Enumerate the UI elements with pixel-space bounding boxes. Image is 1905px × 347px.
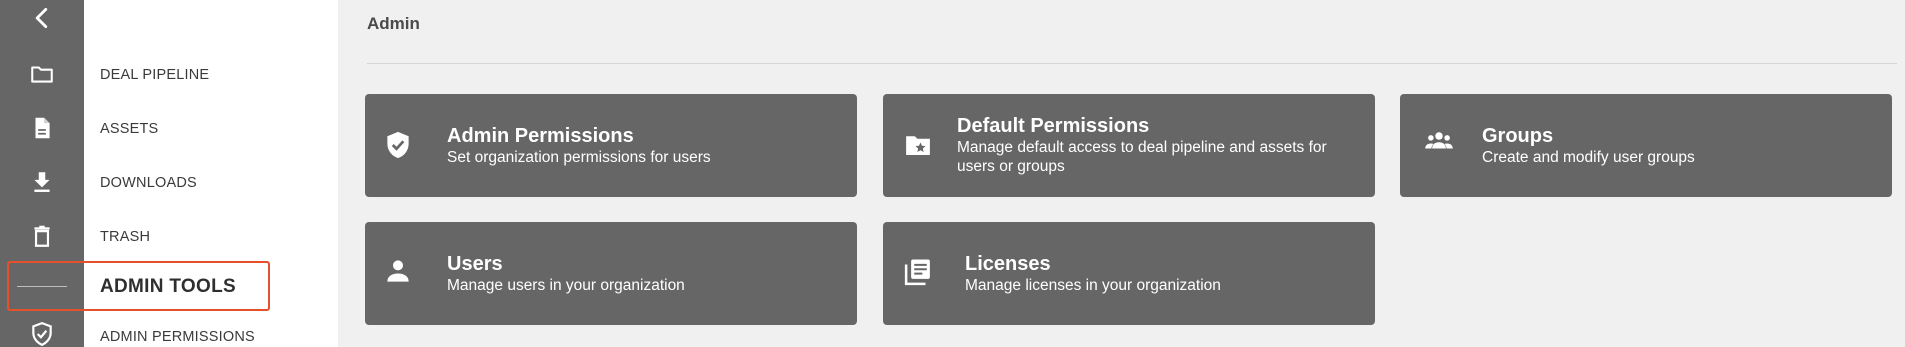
card-description: Set organization permissions for users — [447, 149, 711, 166]
library-books-icon — [901, 255, 935, 289]
main-content: Admin Admin Permissions Set organization… — [338, 0, 1905, 347]
card-text: Groups Create and modify user groups — [1482, 125, 1695, 167]
card-description: Manage users in your organization — [447, 277, 685, 294]
card-groups[interactable]: Groups Create and modify user groups — [1400, 94, 1892, 197]
card-default-permissions[interactable]: Default Permissions Manage default acces… — [883, 94, 1375, 197]
card-text: Users Manage users in your organization — [447, 253, 685, 295]
nav-item-admin-permissions[interactable]: ADMIN PERMISSIONS — [100, 329, 255, 345]
admin-shield-icon[interactable] — [0, 316, 84, 347]
groups-icon — [1422, 124, 1456, 158]
card-description: Create and modify user groups — [1482, 149, 1695, 166]
folder-star-icon — [901, 128, 935, 162]
nav-section-admin-tools: ADMIN TOOLS — [100, 276, 236, 297]
side-nav: DEAL PIPELINE ASSETS DOWNLOADS TRASH ADM… — [84, 0, 338, 347]
person-icon — [381, 254, 415, 288]
card-title: Users — [447, 253, 503, 275]
nav-item-assets[interactable]: ASSETS — [100, 121, 158, 137]
card-users[interactable]: Users Manage users in your organization — [365, 222, 857, 325]
page-title: Admin — [367, 14, 420, 33]
card-description: Manage default access to deal pipeline a… — [957, 139, 1327, 175]
nav-item-downloads[interactable]: DOWNLOADS — [100, 175, 197, 191]
shield-check-icon — [381, 128, 415, 162]
card-title: Groups — [1482, 125, 1554, 147]
card-title: Admin Permissions — [447, 125, 634, 147]
card-description: Manage licenses in your organization — [965, 277, 1221, 294]
card-title: Licenses — [965, 253, 1051, 275]
rail-divider — [17, 286, 67, 287]
download-icon[interactable] — [0, 164, 84, 200]
card-title: Default Permissions — [957, 115, 1150, 137]
nav-item-deal-pipeline[interactable]: DEAL PIPELINE — [100, 67, 209, 83]
card-licenses[interactable]: Licenses Manage licenses in your organiz… — [883, 222, 1375, 325]
folder-icon[interactable] — [0, 56, 84, 92]
title-divider — [367, 63, 1897, 64]
icon-rail — [0, 0, 84, 347]
app-root: DEAL PIPELINE ASSETS DOWNLOADS TRASH ADM… — [0, 0, 1905, 347]
document-icon[interactable] — [0, 110, 84, 146]
card-text: Default Permissions Manage default acces… — [957, 115, 1357, 176]
card-admin-permissions[interactable]: Admin Permissions Set organization permi… — [365, 94, 857, 197]
card-text: Admin Permissions Set organization permi… — [447, 125, 711, 167]
trash-icon[interactable] — [0, 218, 84, 254]
nav-item-trash[interactable]: TRASH — [100, 229, 150, 245]
back-chevron-icon[interactable] — [0, 0, 84, 36]
card-text: Licenses Manage licenses in your organiz… — [965, 253, 1221, 295]
